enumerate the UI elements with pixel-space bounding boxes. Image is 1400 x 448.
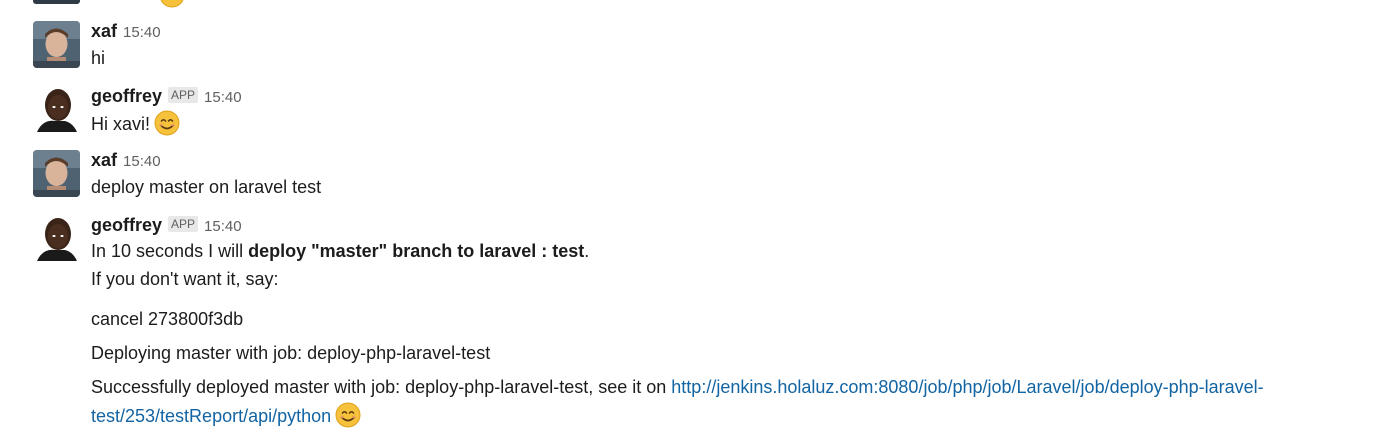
message-header: xaf 15:40	[91, 21, 161, 43]
author-name[interactable]: geoffrey	[91, 215, 162, 236]
author-name[interactable]: xaf	[91, 21, 117, 42]
deploying-status: Deploying master with job: deploy-php-la…	[91, 343, 491, 363]
app-badge: APP	[168, 87, 199, 103]
deploy-notice-prefix: In 10 seconds I will	[91, 241, 249, 261]
message-header: geoffrey APP 15:40	[91, 86, 242, 108]
cancel-hint: If you don't want it, say:	[91, 269, 279, 289]
author-name[interactable]: geoffrey	[91, 86, 162, 107]
avatar-geoffrey[interactable]	[33, 85, 80, 132]
message-text: Hi xavi!	[91, 110, 180, 137]
author-name[interactable]: xaf	[91, 150, 117, 171]
message-text: hi	[91, 48, 106, 68]
message-text: deploy master on laravel test	[91, 177, 322, 197]
timestamp[interactable]: 15:40	[123, 24, 161, 41]
deploy-success-continued: test/253/testReport/api/python	[91, 402, 361, 429]
deploy-notice: In 10 seconds I will deploy "master" bra…	[91, 238, 589, 264]
timestamp[interactable]: 15:40	[204, 89, 242, 106]
timestamp[interactable]: 15:40	[204, 218, 242, 235]
app-badge: APP	[168, 216, 199, 232]
message-header: xaf 15:40	[91, 150, 161, 172]
smile-emoji-icon	[154, 110, 180, 136]
message-text-content: Hi xavi!	[91, 114, 151, 134]
message-header: geoffrey APP 15:40	[91, 215, 242, 237]
deploy-success: Successfully deployed master with job: d…	[91, 374, 1264, 400]
deploy-success-text: Successfully deployed master with job: d…	[91, 377, 672, 397]
avatar-geoffrey[interactable]	[33, 214, 80, 261]
avatar-partial	[33, 0, 80, 4]
smile-emoji-icon	[160, 0, 184, 8]
jenkins-report-link[interactable]: http://jenkins.holaluz.com:8080/job/php/…	[671, 377, 1263, 397]
message-feed: xaf 15:40 hi geoffrey APP 15:40 Hi xavi!	[0, 0, 1400, 448]
jenkins-report-link-continued[interactable]: test/253/testReport/api/python	[91, 406, 331, 426]
smile-emoji-icon	[335, 402, 361, 428]
deploy-notice-suffix: .	[584, 241, 590, 261]
cancel-command: cancel 273800f3db	[91, 309, 244, 329]
avatar-xaf[interactable]	[33, 21, 80, 68]
timestamp[interactable]: 15:40	[123, 153, 161, 170]
deploy-target: deploy "master" branch to laravel : test	[248, 241, 585, 261]
avatar-xaf[interactable]	[33, 150, 80, 197]
